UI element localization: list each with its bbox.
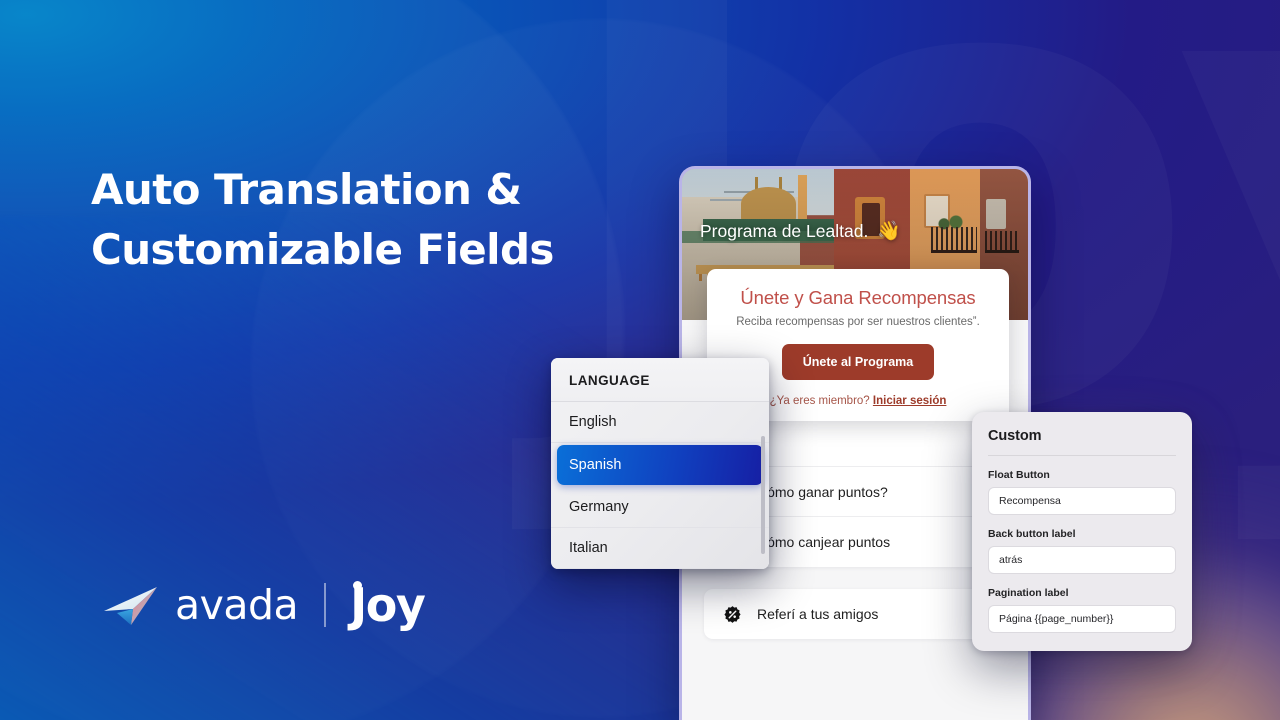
dropdown-scrollbar[interactable] — [761, 436, 765, 554]
custom-settings-panel: Custom Float Button Back button label Pa… — [972, 412, 1192, 651]
avada-wordmark: avada — [175, 581, 299, 629]
page-title: Auto Translation & Customizable Fields — [91, 160, 711, 280]
list-row-label: Referí a tus amigos — [757, 606, 879, 622]
language-dropdown[interactable]: LANGUAGE English Spanish Germany Italian — [551, 358, 769, 569]
brand-logo-row: avada Joy — [103, 577, 426, 633]
back-button-label: Back button label — [988, 528, 1076, 540]
member-question-text: ¿Ya eres miembro? — [769, 395, 870, 407]
headline-line-2: Customizable Fields — [91, 225, 554, 274]
logo-divider — [324, 583, 327, 627]
join-card-title: Únete y Gana Recompensas — [740, 287, 976, 308]
hero-title: Programa de Lealtad. 👋 — [700, 219, 901, 243]
join-program-button[interactable]: Únete al Programa — [782, 344, 934, 380]
float-button-label: Float Button — [988, 469, 1050, 481]
hero-title-text: Programa de Lealtad. — [700, 220, 869, 241]
language-dropdown-header: LANGUAGE — [551, 358, 769, 402]
join-card-subtitle: Reciba recompensas por ser nuestros clie… — [736, 316, 980, 328]
language-option-italian[interactable]: Italian — [551, 528, 769, 569]
discount-badge-icon — [722, 604, 742, 624]
list-row-label: Cómo ganar puntos? — [757, 483, 888, 500]
pagination-input[interactable] — [988, 605, 1176, 633]
pagination-label: Pagination label — [988, 587, 1069, 599]
list-row-label: Cómo canjear puntos — [757, 534, 891, 550]
back-button-input[interactable] — [988, 546, 1176, 574]
avada-logo-icon — [104, 587, 157, 625]
language-option-germany[interactable]: Germany — [551, 487, 769, 528]
language-option-english[interactable]: English — [551, 402, 769, 443]
float-button-input[interactable] — [988, 487, 1176, 515]
referral-row-group: Referí a tus amigos › — [704, 589, 1006, 639]
joy-wordmark: Joy — [350, 578, 426, 632]
waving-hand-icon: 👋 — [877, 221, 901, 242]
poster-stage: Joy Auto Translation & Customizable Fiel… — [0, 0, 1280, 720]
login-link[interactable]: Iniciar sesión — [873, 395, 947, 407]
list-row[interactable]: Referí a tus amigos › — [704, 589, 1006, 639]
custom-panel-title: Custom — [988, 428, 1176, 456]
headline-line-1: Auto Translation & — [91, 165, 522, 214]
language-option-spanish[interactable]: Spanish — [557, 445, 763, 485]
